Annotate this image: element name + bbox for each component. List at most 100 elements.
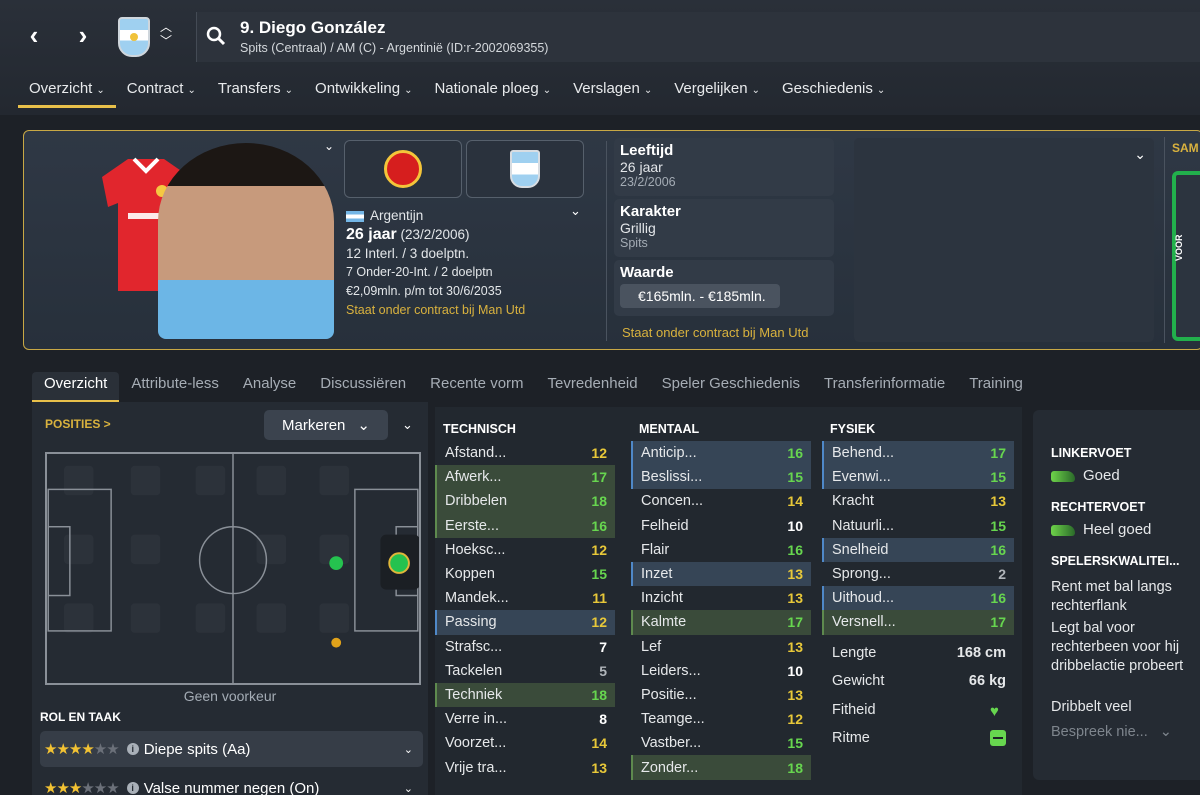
attribute-row[interactable]: Evenwi... 15	[822, 465, 1014, 490]
rhythm-status-icon	[990, 730, 1006, 747]
info-icon[interactable]: i	[126, 782, 139, 794]
attributes-panel: TECHNISCH Afstand... 12 Afwerk... 17 Dribbel…	[435, 407, 1022, 795]
back-arrow-icon[interactable]: ‹	[17, 18, 51, 52]
attribute-row[interactable]: Felheid 10	[631, 514, 811, 538]
nation-logo-button[interactable]	[466, 140, 584, 198]
attribute-row[interactable]: Strafsc... 7	[435, 635, 615, 659]
subtab-overzicht[interactable]: Overzicht	[32, 372, 120, 402]
attribute-row[interactable]: Dribbelen 18	[435, 489, 615, 514]
attribute-row[interactable]: Techniek 18	[435, 682, 615, 708]
attribute-row[interactable]: Kracht 13	[822, 489, 1014, 513]
divider	[606, 141, 607, 341]
tab-ontwikkeling[interactable]: Ontwikkeling ⌄	[304, 78, 423, 108]
attribute-row[interactable]: Vastber... 15	[631, 731, 811, 755]
chevron-down-icon[interactable]: ⌄	[404, 743, 413, 756]
portrait-menu-chevron-icon[interactable]: ⌄	[324, 139, 334, 153]
attribute-row[interactable]: Leiders... 10	[631, 659, 811, 683]
contract-note[interactable]: Staat onder contract bij Man Utd	[622, 325, 808, 340]
attribute-value: 12	[787, 711, 803, 728]
attribute-row[interactable]: Hoeksc... 12	[435, 538, 615, 562]
subtab-tevredenheid[interactable]: Tevredenheid	[536, 372, 650, 402]
attribute-row[interactable]: Anticip... 16	[631, 441, 811, 466]
attribute-name: Kracht	[832, 493, 874, 510]
tab-overzicht[interactable]: Overzicht ⌄	[18, 78, 116, 108]
attribute-row[interactable]: Mandek... 11	[435, 586, 615, 610]
value-range[interactable]: €165mln. - €185mln.	[620, 284, 780, 308]
subtab-analyse[interactable]: Analyse	[231, 372, 308, 402]
chevron-down-icon[interactable]: ⌄	[404, 782, 413, 795]
age: 26 jaar	[346, 226, 397, 243]
club-logo-button[interactable]	[344, 140, 462, 198]
attribute-row[interactable]: Versnell... 17	[822, 610, 1014, 635]
subtab-discussieren[interactable]: Discussiëren	[308, 372, 418, 402]
attribute-row[interactable]: Inzicht 13	[631, 586, 811, 610]
search-icon[interactable]	[205, 25, 227, 47]
pitch-diagram	[45, 452, 421, 685]
subtab-transferinformatie[interactable]: Transferinformatie	[812, 372, 957, 402]
attribute-row[interactable]: Vrije tra... 13	[435, 755, 615, 779]
tab-vergelijken[interactable]: Vergelijken ⌄	[663, 78, 771, 108]
subtab-training[interactable]: Training	[957, 372, 1035, 402]
attribute-row[interactable]: Flair 16	[631, 538, 811, 562]
info-icon[interactable]: i	[126, 743, 139, 755]
tab-nationale-ploeg[interactable]: Nationale ploeg ⌄	[423, 78, 562, 108]
discuss-dropdown[interactable]: Bespreek nie... ⌄	[1051, 724, 1172, 740]
club-crest-icon	[384, 150, 422, 188]
panel-chevron-down-icon[interactable]: ⌄	[1134, 146, 1146, 163]
attribute-row[interactable]: Passing 12	[435, 610, 615, 635]
attribute-row[interactable]: Afwerk... 17	[435, 465, 615, 490]
pitch-menu-chevron-icon[interactable]: ⌄	[402, 417, 413, 433]
attribute-row[interactable]: Snelheid 16	[822, 537, 1014, 562]
subtab-recente-vorm[interactable]: Recente vorm	[418, 372, 535, 402]
subtab-attribute-less[interactable]: Attribute-less	[119, 372, 231, 402]
up-down-chevrons-icon[interactable]: ︿ ﹀	[158, 20, 174, 52]
highlight-dropdown[interactable]: Markeren ⌄	[264, 410, 388, 440]
attribute-row[interactable]: Beslissi... 15	[631, 465, 811, 490]
attribute-row[interactable]: Uithoud... 16	[822, 586, 1014, 611]
attribute-row[interactable]: Koppen 15	[435, 562, 615, 586]
attribute-value: 11	[592, 590, 607, 607]
attribute-row[interactable]: Teamge... 12	[631, 707, 811, 731]
attribute-row[interactable]: Eerste... 16	[435, 513, 615, 538]
positions-title[interactable]: POSITIES >	[45, 417, 111, 431]
no-preference-label: Geen voorkeur	[183, 688, 277, 704]
attribute-value: 17	[990, 445, 1006, 462]
attribute-row[interactable]: Afstand... 12	[435, 441, 615, 465]
role-row-2[interactable]: ★★★★★★ i Valse nummer negen (On) ⌄	[40, 770, 423, 795]
attribute-name: Kalmte	[641, 614, 687, 631]
attribute-name: Versnell...	[832, 614, 896, 631]
attribute-row[interactable]: Positie... 13	[631, 683, 811, 707]
role-row-1[interactable]: ★★★★★★ i Diepe spits (Aa) ⌄	[40, 731, 423, 767]
attribute-row[interactable]: Tackelen 5	[435, 659, 615, 683]
tab-verslagen[interactable]: Verslagen ⌄	[562, 78, 663, 108]
attribute-row[interactable]: Voorzet... 14	[435, 731, 615, 755]
attribute-row[interactable]: Verre in... 8	[435, 707, 615, 731]
attribute-name: Beslissi...	[641, 469, 703, 486]
forward-arrow-icon[interactable]: ›	[66, 18, 100, 52]
chevron-down-icon: ⌄	[284, 85, 294, 96]
attribute-row[interactable]: Sprong... 2	[822, 562, 1014, 586]
contract-status[interactable]: Staat onder contract bij Man Utd	[346, 301, 525, 320]
attribute-row[interactable]: Behend... 17	[822, 441, 1014, 466]
tab-geschiedenis[interactable]: Geschiedenis ⌄	[771, 78, 896, 108]
attribute-name: Leiders...	[641, 662, 701, 679]
empty-panel: ⌄	[854, 138, 1154, 342]
attribute-row[interactable]: Concen... 14	[631, 489, 811, 513]
attribute-value: 14	[787, 493, 803, 510]
chevron-down-icon: ⌄	[187, 85, 196, 96]
subtab-speler-geschiedenis[interactable]: Speler Geschiedenis	[650, 372, 812, 402]
nation-crest-icon	[510, 150, 540, 188]
attribute-row[interactable]: Zonder... 18	[631, 755, 811, 780]
attribute-name: Positie...	[641, 686, 697, 703]
attribute-value: 16	[591, 517, 607, 534]
attribute-value: 13	[990, 493, 1006, 510]
tab-transfers[interactable]: Transfers ⌄	[207, 78, 304, 108]
attribute-row[interactable]: Inzet 13	[631, 561, 811, 587]
nation-chevron-down-icon[interactable]: ⌄	[570, 203, 581, 219]
attribute-row[interactable]: Kalmte 17	[631, 610, 811, 635]
tab-contract[interactable]: Contract ⌄	[116, 78, 207, 108]
attribute-row[interactable]: Lef 13	[631, 635, 811, 659]
attribute-row[interactable]: Natuurli... 15	[822, 514, 1014, 538]
player-profile-card: ⌄ ⌄ Argentijn 26 jaar (23/2/2006) 12 Int…	[23, 130, 1200, 350]
attribute-name: Tackelen	[445, 662, 503, 679]
